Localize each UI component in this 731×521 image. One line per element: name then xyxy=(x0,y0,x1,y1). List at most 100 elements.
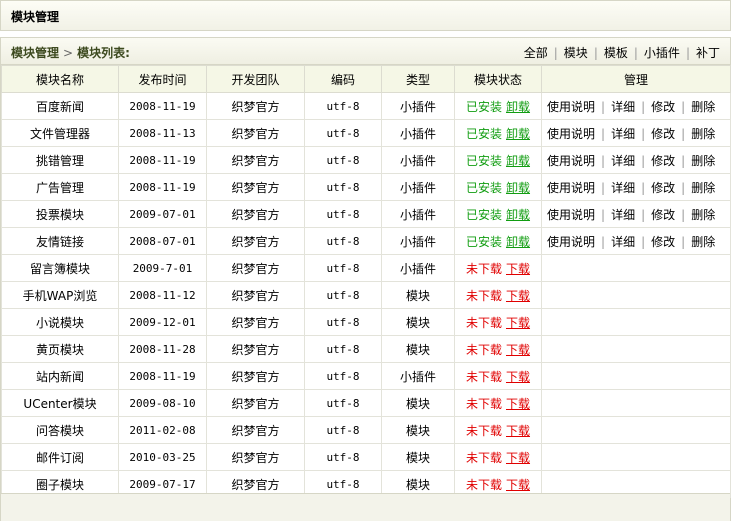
detail-link[interactable]: 详细 xyxy=(611,235,635,249)
filter-all[interactable]: 全部 xyxy=(524,46,548,60)
breadcrumb-root[interactable]: 模块管理 xyxy=(11,46,59,60)
filter-module[interactable]: 模块 xyxy=(564,46,588,60)
module-status: 已安装 卸载 xyxy=(454,173,542,201)
module-status: 未下载 下载 xyxy=(454,416,542,444)
filter-patch[interactable]: 补丁 xyxy=(696,46,720,60)
status-not-downloaded: 未下载 xyxy=(465,315,502,330)
module-name: 广告管理 xyxy=(1,173,119,201)
dev-team: 织梦官方 xyxy=(206,200,305,228)
download-link[interactable]: 下载 xyxy=(506,370,530,384)
module-status: 未下载 下载 xyxy=(454,362,542,390)
manage-actions xyxy=(541,281,731,309)
download-link[interactable]: 下载 xyxy=(506,451,530,465)
detail-link[interactable]: 详细 xyxy=(611,181,635,195)
uninstall-link[interactable]: 卸载 xyxy=(506,235,530,249)
uninstall-link[interactable]: 卸载 xyxy=(506,208,530,222)
module-type: 模块 xyxy=(381,443,455,471)
module-type: 小插件 xyxy=(381,227,455,255)
uninstall-link[interactable]: 卸载 xyxy=(506,154,530,168)
manage-actions xyxy=(541,416,731,444)
manage-actions xyxy=(541,308,731,336)
module-type: 模块 xyxy=(381,281,455,309)
release-date: 2010-03-25 xyxy=(118,443,207,471)
module-type: 小插件 xyxy=(381,362,455,390)
action-separator: | xyxy=(601,234,606,249)
usage-link[interactable]: 使用说明 xyxy=(547,100,595,114)
dev-team: 织梦官方 xyxy=(206,146,305,174)
detail-link[interactable]: 详细 xyxy=(611,100,635,114)
status-not-downloaded: 未下载 xyxy=(465,369,502,384)
action-separator: | xyxy=(681,207,686,222)
edit-link[interactable]: 修改 xyxy=(651,100,675,114)
breadcrumb-current: 模块列表: xyxy=(77,46,130,60)
module-status: 已安装 卸载 xyxy=(454,227,542,255)
download-link[interactable]: 下载 xyxy=(506,289,530,303)
download-link[interactable]: 下载 xyxy=(506,262,530,276)
action-separator: | xyxy=(601,126,606,141)
module-type: 模块 xyxy=(381,416,455,444)
release-date: 2009-7-01 xyxy=(118,254,207,282)
table-row: 邮件订阅 2010-03-25 织梦官方 utf-8 模块 未下载 下载 xyxy=(1,443,731,471)
module-name: 挑错管理 xyxy=(1,146,119,174)
release-date: 2008-07-01 xyxy=(118,227,207,255)
dev-team: 织梦官方 xyxy=(206,119,305,147)
manage-actions: 使用说明 | 详细 | 修改 | 删除 xyxy=(541,146,731,174)
edit-link[interactable]: 修改 xyxy=(651,208,675,222)
module-status: 未下载 下载 xyxy=(454,443,542,471)
download-link[interactable]: 下载 xyxy=(506,424,530,438)
uninstall-link[interactable]: 卸载 xyxy=(506,181,530,195)
manage-actions xyxy=(541,362,731,390)
release-date: 2009-07-01 xyxy=(118,200,207,228)
table-row: 文件管理器 2008-11-13 织梦官方 utf-8 小插件 已安装 卸载 使用说明 | 详细 |… xyxy=(1,119,731,147)
encoding: utf-8 xyxy=(304,362,382,390)
delete-link[interactable]: 删除 xyxy=(691,127,715,141)
table-row: 小说模块 2009-12-01 织梦官方 utf-8 模块 未下载 下载 xyxy=(1,308,731,336)
module-name: 友情链接 xyxy=(1,227,119,255)
col-header-encoding: 编码 xyxy=(304,65,382,93)
download-link[interactable]: 下载 xyxy=(506,343,530,357)
usage-link[interactable]: 使用说明 xyxy=(547,181,595,195)
module-type: 小插件 xyxy=(381,200,455,228)
module-status: 已安装 卸载 xyxy=(454,92,542,120)
module-status: 未下载 下载 xyxy=(454,308,542,336)
page-title: 模块管理 xyxy=(11,10,60,24)
breadcrumb-bar: 模块管理 > 模块列表: 全部 | 模块 | 模板 | 小插件 | 补丁 xyxy=(1,38,730,65)
detail-link[interactable]: 详细 xyxy=(611,154,635,168)
action-separator: | xyxy=(681,180,686,195)
detail-link[interactable]: 详细 xyxy=(611,127,635,141)
edit-link[interactable]: 修改 xyxy=(651,235,675,249)
download-link[interactable]: 下载 xyxy=(506,397,530,411)
detail-link[interactable]: 详细 xyxy=(611,208,635,222)
status-installed: 已安装 xyxy=(465,207,502,222)
usage-link[interactable]: 使用说明 xyxy=(547,208,595,222)
filter-separator: | xyxy=(685,46,690,60)
edit-link[interactable]: 修改 xyxy=(651,127,675,141)
delete-link[interactable]: 删除 xyxy=(691,235,715,249)
download-link[interactable]: 下载 xyxy=(506,478,530,492)
action-separator: | xyxy=(601,153,606,168)
manage-actions: 使用说明 | 详细 | 修改 | 删除 xyxy=(541,227,731,255)
table-row: 百度新闻 2008-11-19 织梦官方 utf-8 小插件 已安装 卸载 使用说明 | 详细 | 修… xyxy=(1,92,731,120)
module-status: 未下载 下载 xyxy=(454,254,542,282)
delete-link[interactable]: 删除 xyxy=(691,181,715,195)
usage-link[interactable]: 使用说明 xyxy=(547,235,595,249)
table-row: 广告管理 2008-11-19 织梦官方 utf-8 小插件 已安装 卸载 使用说明 | 详细 | 修… xyxy=(1,173,731,201)
filter-template[interactable]: 模板 xyxy=(604,46,628,60)
filter-plugin[interactable]: 小插件 xyxy=(644,46,680,60)
delete-link[interactable]: 删除 xyxy=(691,154,715,168)
table-row: UCenter模块 2009-08-10 织梦官方 utf-8 模块 未下载 下载 xyxy=(1,389,731,417)
action-separator: | xyxy=(601,180,606,195)
edit-link[interactable]: 修改 xyxy=(651,154,675,168)
col-header-status: 模块状态 xyxy=(454,65,542,93)
status-installed: 已安装 xyxy=(465,153,502,168)
uninstall-link[interactable]: 卸载 xyxy=(506,100,530,114)
delete-link[interactable]: 删除 xyxy=(691,208,715,222)
download-link[interactable]: 下载 xyxy=(506,316,530,330)
usage-link[interactable]: 使用说明 xyxy=(547,127,595,141)
edit-link[interactable]: 修改 xyxy=(651,181,675,195)
action-separator: | xyxy=(601,99,606,114)
delete-link[interactable]: 删除 xyxy=(691,100,715,114)
action-separator: | xyxy=(641,126,646,141)
uninstall-link[interactable]: 卸载 xyxy=(506,127,530,141)
usage-link[interactable]: 使用说明 xyxy=(547,154,595,168)
